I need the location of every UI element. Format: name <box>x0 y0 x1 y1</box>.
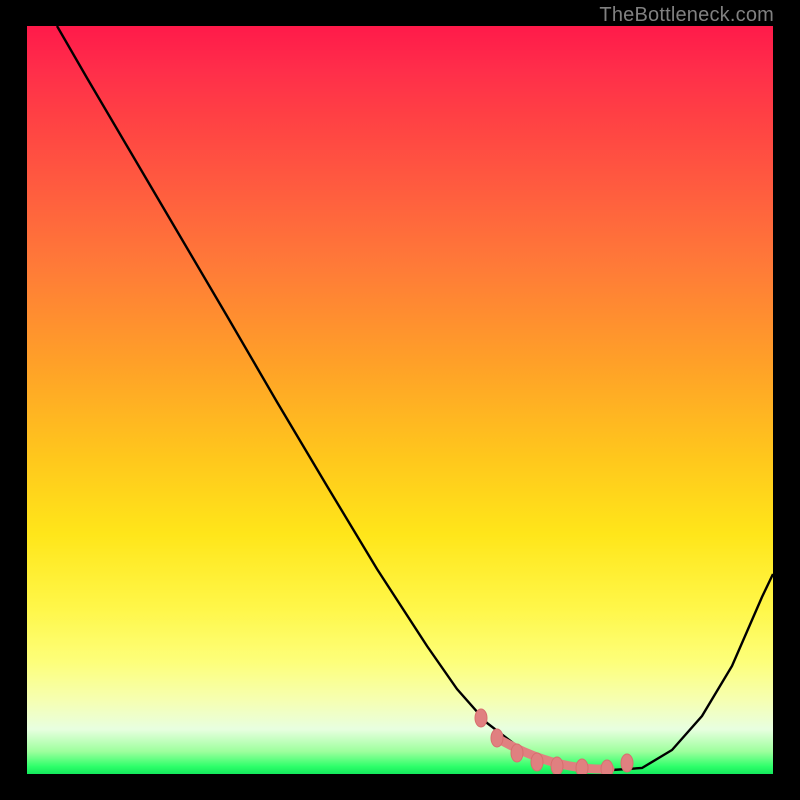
marker-dot <box>601 760 613 774</box>
marker-dot <box>531 753 543 771</box>
marker-dot <box>491 729 503 747</box>
plot-area <box>27 26 773 774</box>
bottleneck-curve <box>57 26 773 770</box>
marker-dot <box>511 744 523 762</box>
marker-dot <box>576 759 588 774</box>
marker-dot <box>475 709 487 727</box>
chart-frame: TheBottleneck.com <box>0 0 800 800</box>
watermark-text: TheBottleneck.com <box>599 4 774 27</box>
marker-dot <box>621 754 633 772</box>
highlight-markers <box>475 709 633 774</box>
marker-dot <box>551 757 563 774</box>
chart-svg <box>27 26 773 774</box>
